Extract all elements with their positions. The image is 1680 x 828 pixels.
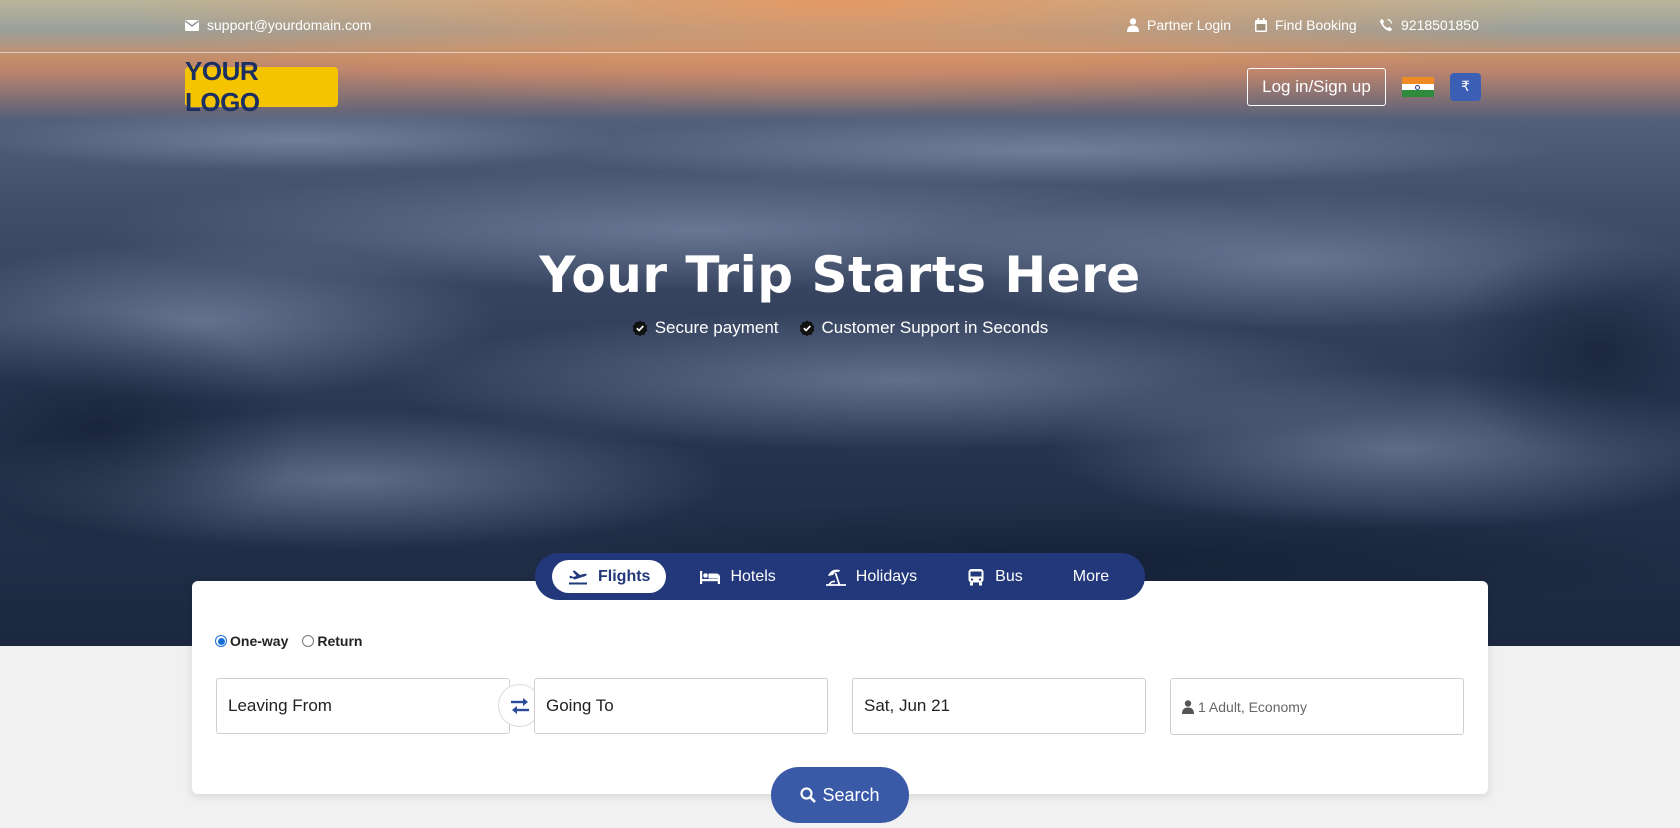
trip-type-selector: One-way Return: [215, 633, 376, 649]
one-way-label: One-way: [230, 633, 289, 649]
search-button[interactable]: Search: [771, 767, 909, 823]
find-booking-link[interactable]: Find Booking: [1255, 17, 1357, 33]
check-badge-icon: [632, 320, 648, 336]
user-icon: [1127, 18, 1139, 32]
topbar-email[interactable]: support@yourdomain.com: [185, 17, 371, 33]
search-label: Search: [822, 784, 880, 805]
tab-holidays[interactable]: Holidays: [810, 560, 933, 593]
return-label: Return: [317, 633, 363, 649]
hero-title: Your Trip Starts Here: [539, 246, 1141, 304]
travellers-value: 1 Adult, Economy: [1198, 698, 1307, 715]
bus-icon: [968, 568, 984, 585]
tab-label: Flights: [598, 567, 651, 585]
leaving-from-placeholder: Leaving From: [228, 696, 332, 715]
search-icon: [800, 787, 817, 803]
topbar-divider: [0, 52, 1680, 53]
tab-flights[interactable]: Flights: [552, 560, 667, 593]
envelope-icon: [185, 19, 199, 31]
site-logo[interactable]: YOUR LOGO: [185, 56, 338, 117]
one-way-radio[interactable]: [215, 635, 227, 647]
tab-bus[interactable]: Bus: [951, 560, 1039, 593]
logo-text: YOUR LOGO: [185, 56, 260, 117]
return-radio[interactable]: [302, 635, 315, 647]
login-signup-button[interactable]: Log in/Sign up: [1247, 68, 1386, 106]
tab-label: Holidays: [855, 567, 918, 585]
feature-secure-payment: Secure payment: [632, 318, 779, 338]
partner-login-link[interactable]: Partner Login: [1127, 17, 1231, 33]
india-flag-icon[interactable]: [1402, 77, 1434, 98]
going-to-placeholder: Going To: [546, 696, 614, 715]
hero-features: Secure payment Customer Support in Secon…: [0, 318, 1680, 338]
swap-arrows-icon: [510, 697, 529, 714]
travellers-class-selector[interactable]: 1 Adult, Economy: [1170, 678, 1464, 735]
bed-icon: [700, 570, 721, 584]
feature-label: Secure payment: [654, 318, 779, 337]
departure-date-value: Sat, Jun 21: [864, 696, 951, 715]
tab-label: More: [1072, 567, 1110, 585]
leaving-from-input[interactable]: Leaving From: [216, 678, 510, 734]
phone-link[interactable]: 9218501850: [1379, 17, 1479, 33]
product-tabs: Flights Hotels Holidays Bus More: [535, 553, 1145, 600]
rupee-icon: ₹: [1461, 79, 1470, 95]
feature-customer-support: Customer Support in Seconds: [799, 318, 1049, 338]
beach-icon: [825, 569, 846, 586]
going-to-input[interactable]: Going To: [534, 678, 828, 734]
check-badge-icon: [799, 320, 814, 336]
phone-icon: [1379, 18, 1393, 32]
tab-more[interactable]: More: [1057, 560, 1125, 593]
feature-label: Customer Support in Seconds: [821, 318, 1049, 337]
partner-login-label: Partner Login: [1147, 17, 1232, 33]
return-option[interactable]: Return: [302, 633, 362, 649]
find-booking-label: Find Booking: [1275, 17, 1357, 33]
phone-number: 9218501850: [1401, 17, 1479, 33]
calendar-icon: [1255, 18, 1267, 32]
departure-date-input[interactable]: Sat, Jun 21: [852, 678, 1146, 734]
tab-label: Hotels: [730, 567, 776, 585]
user-icon: [1182, 699, 1194, 714]
plane-icon: [569, 570, 587, 584]
email-text: support@yourdomain.com: [207, 17, 372, 33]
currency-selector[interactable]: ₹: [1450, 73, 1481, 101]
tab-label: Bus: [995, 567, 1023, 585]
one-way-option[interactable]: One-way: [215, 633, 288, 649]
tab-hotels[interactable]: Hotels: [684, 560, 791, 593]
